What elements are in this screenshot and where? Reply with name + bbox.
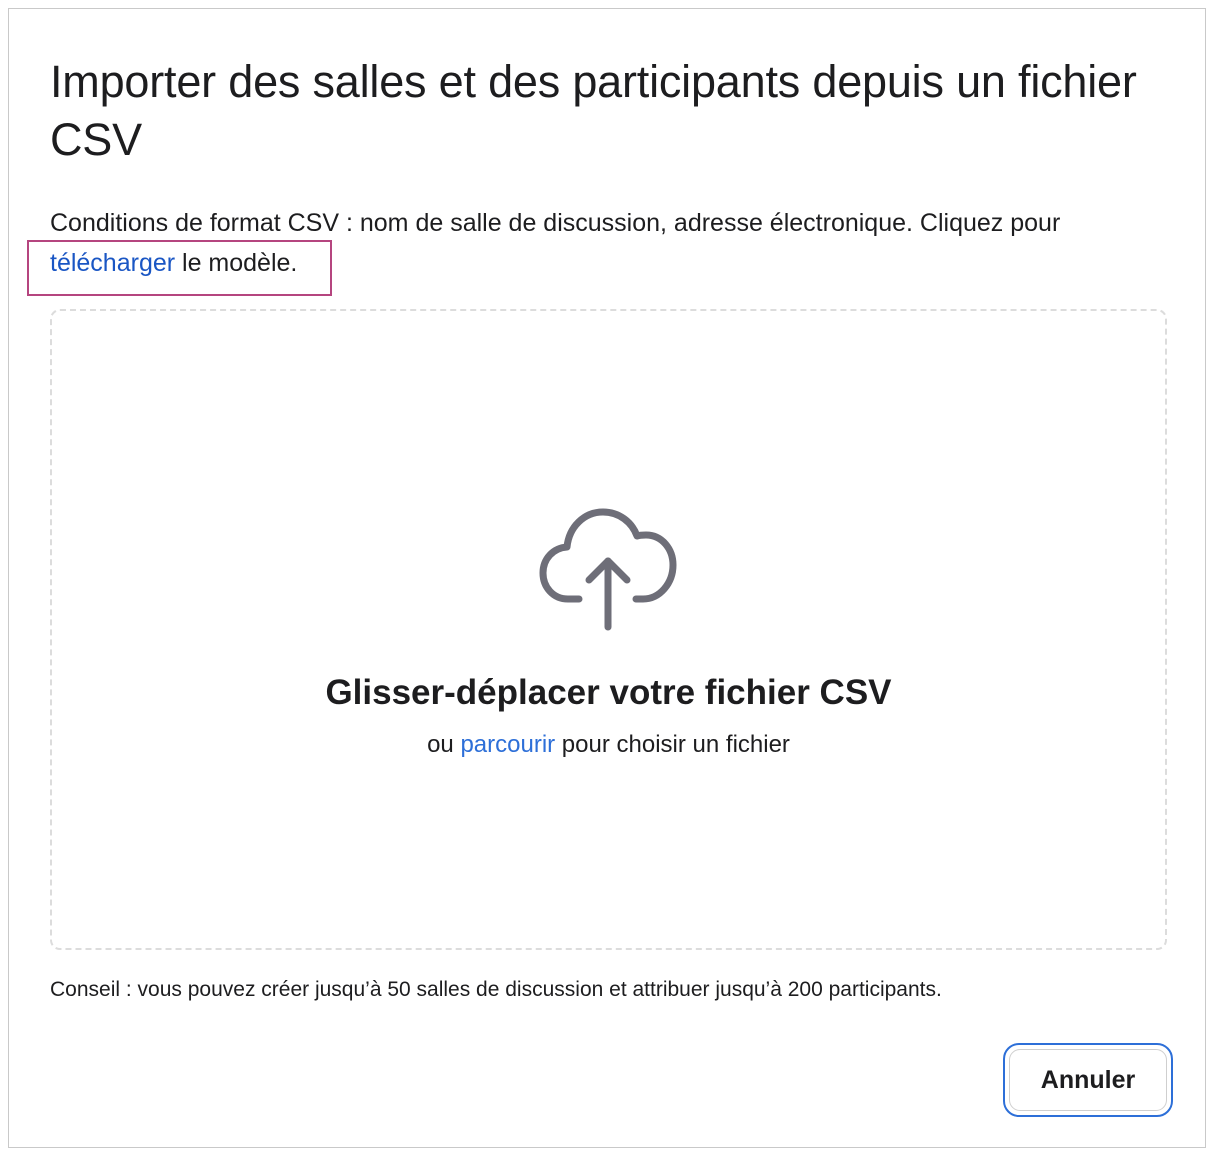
requirements-text-before: Conditions de format CSV : nom de salle … xyxy=(50,209,1061,237)
download-template-link[interactable]: télécharger xyxy=(50,249,175,277)
tip-text: Conseil : vous pouvez créer jusqu’à 50 s… xyxy=(50,978,942,1001)
dialog-title: Importer des salles et des participants … xyxy=(50,56,1137,165)
dropzone-sub-after: pour choisir un fichier xyxy=(555,731,790,758)
dropzone-sub-before: ou xyxy=(427,731,461,758)
cloud-upload-icon xyxy=(539,508,677,631)
csv-dropzone[interactable]: Glisser-déplacer votre fichier CSV ou pa… xyxy=(50,309,1167,950)
cancel-button-label: Annuler xyxy=(1009,1049,1167,1111)
browse-link[interactable]: parcourir xyxy=(460,731,555,758)
requirements-text-after: le modèle. xyxy=(175,249,298,277)
cancel-button[interactable]: Annuler xyxy=(1003,1043,1173,1117)
import-csv-dialog: Importer des salles et des participants … xyxy=(8,8,1206,1148)
dropzone-subtitle: ou parcourir pour choisir un fichier xyxy=(52,729,1165,761)
csv-requirements-text: Conditions de format CSV : nom de salle … xyxy=(50,203,1170,283)
dropzone-title: Glisser-déplacer votre fichier CSV xyxy=(325,673,892,712)
